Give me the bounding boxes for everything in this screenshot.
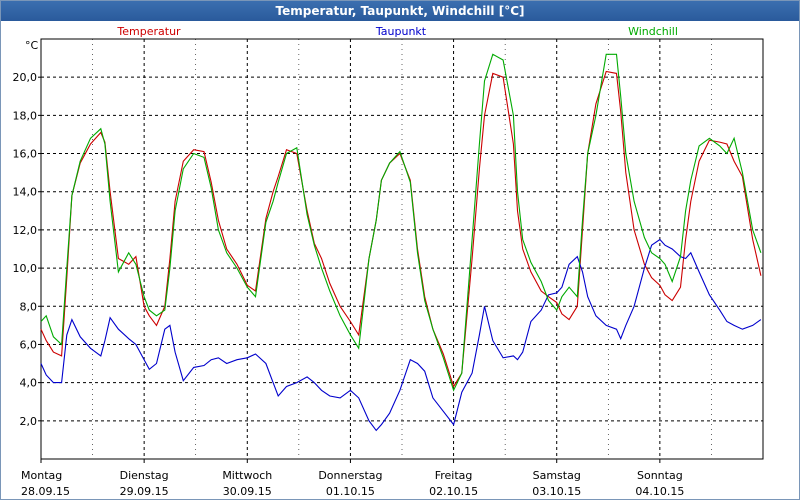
y-tick-label: 14,0	[13, 186, 38, 199]
chart-window: Temperatur, Taupunkt, Windchill [°C] 2,0…	[0, 0, 800, 500]
x-tick-label-day: Donnerstag	[318, 469, 382, 482]
x-tick-label-date: 02.10.15	[429, 485, 478, 498]
x-tick-label-day: Samstag	[533, 469, 581, 482]
y-tick-label: 8,0	[20, 300, 38, 313]
x-tick-label-date: 28.09.15	[21, 485, 70, 498]
x-tick-label-date: 01.10.15	[326, 485, 375, 498]
x-tick-label-date: 03.10.15	[532, 485, 581, 498]
y-tick-label: 4,0	[20, 377, 38, 390]
y-tick-label: 12,0	[13, 224, 38, 237]
x-tick-label-day: Freitag	[435, 469, 473, 482]
x-tick-label-date: 04.10.15	[635, 485, 684, 498]
x-tick-label-day: Sonntag	[637, 469, 683, 482]
y-tick-label: 18,0	[13, 109, 38, 122]
line-chart: 2,0 4,0 6,0 8,0 10,0 12,0 14,0 16,0 18,0 20,0 °C Mo…	[13, 25, 764, 498]
y-unit-label: °C	[25, 39, 39, 52]
y-tick-label: 2,0	[20, 415, 38, 428]
y-tick-label: 20,0	[13, 71, 38, 84]
x-tick-label-day: Mittwoch	[222, 469, 272, 482]
x-tick-label-day: Dienstag	[120, 469, 169, 482]
x-tick-label-date: 29.09.15	[120, 485, 169, 498]
y-tick-label: 16,0	[13, 148, 38, 161]
y-tick-label: 10,0	[13, 262, 38, 275]
x-tick-label-day: Montag	[21, 469, 62, 482]
x-tick-label-date: 30.09.15	[223, 485, 272, 498]
y-tick-label: 6,0	[20, 338, 38, 351]
legend-label: Taupunkt	[375, 25, 427, 38]
legend-label: Temperatur	[116, 25, 181, 38]
legend-label: Windchill	[628, 25, 678, 38]
